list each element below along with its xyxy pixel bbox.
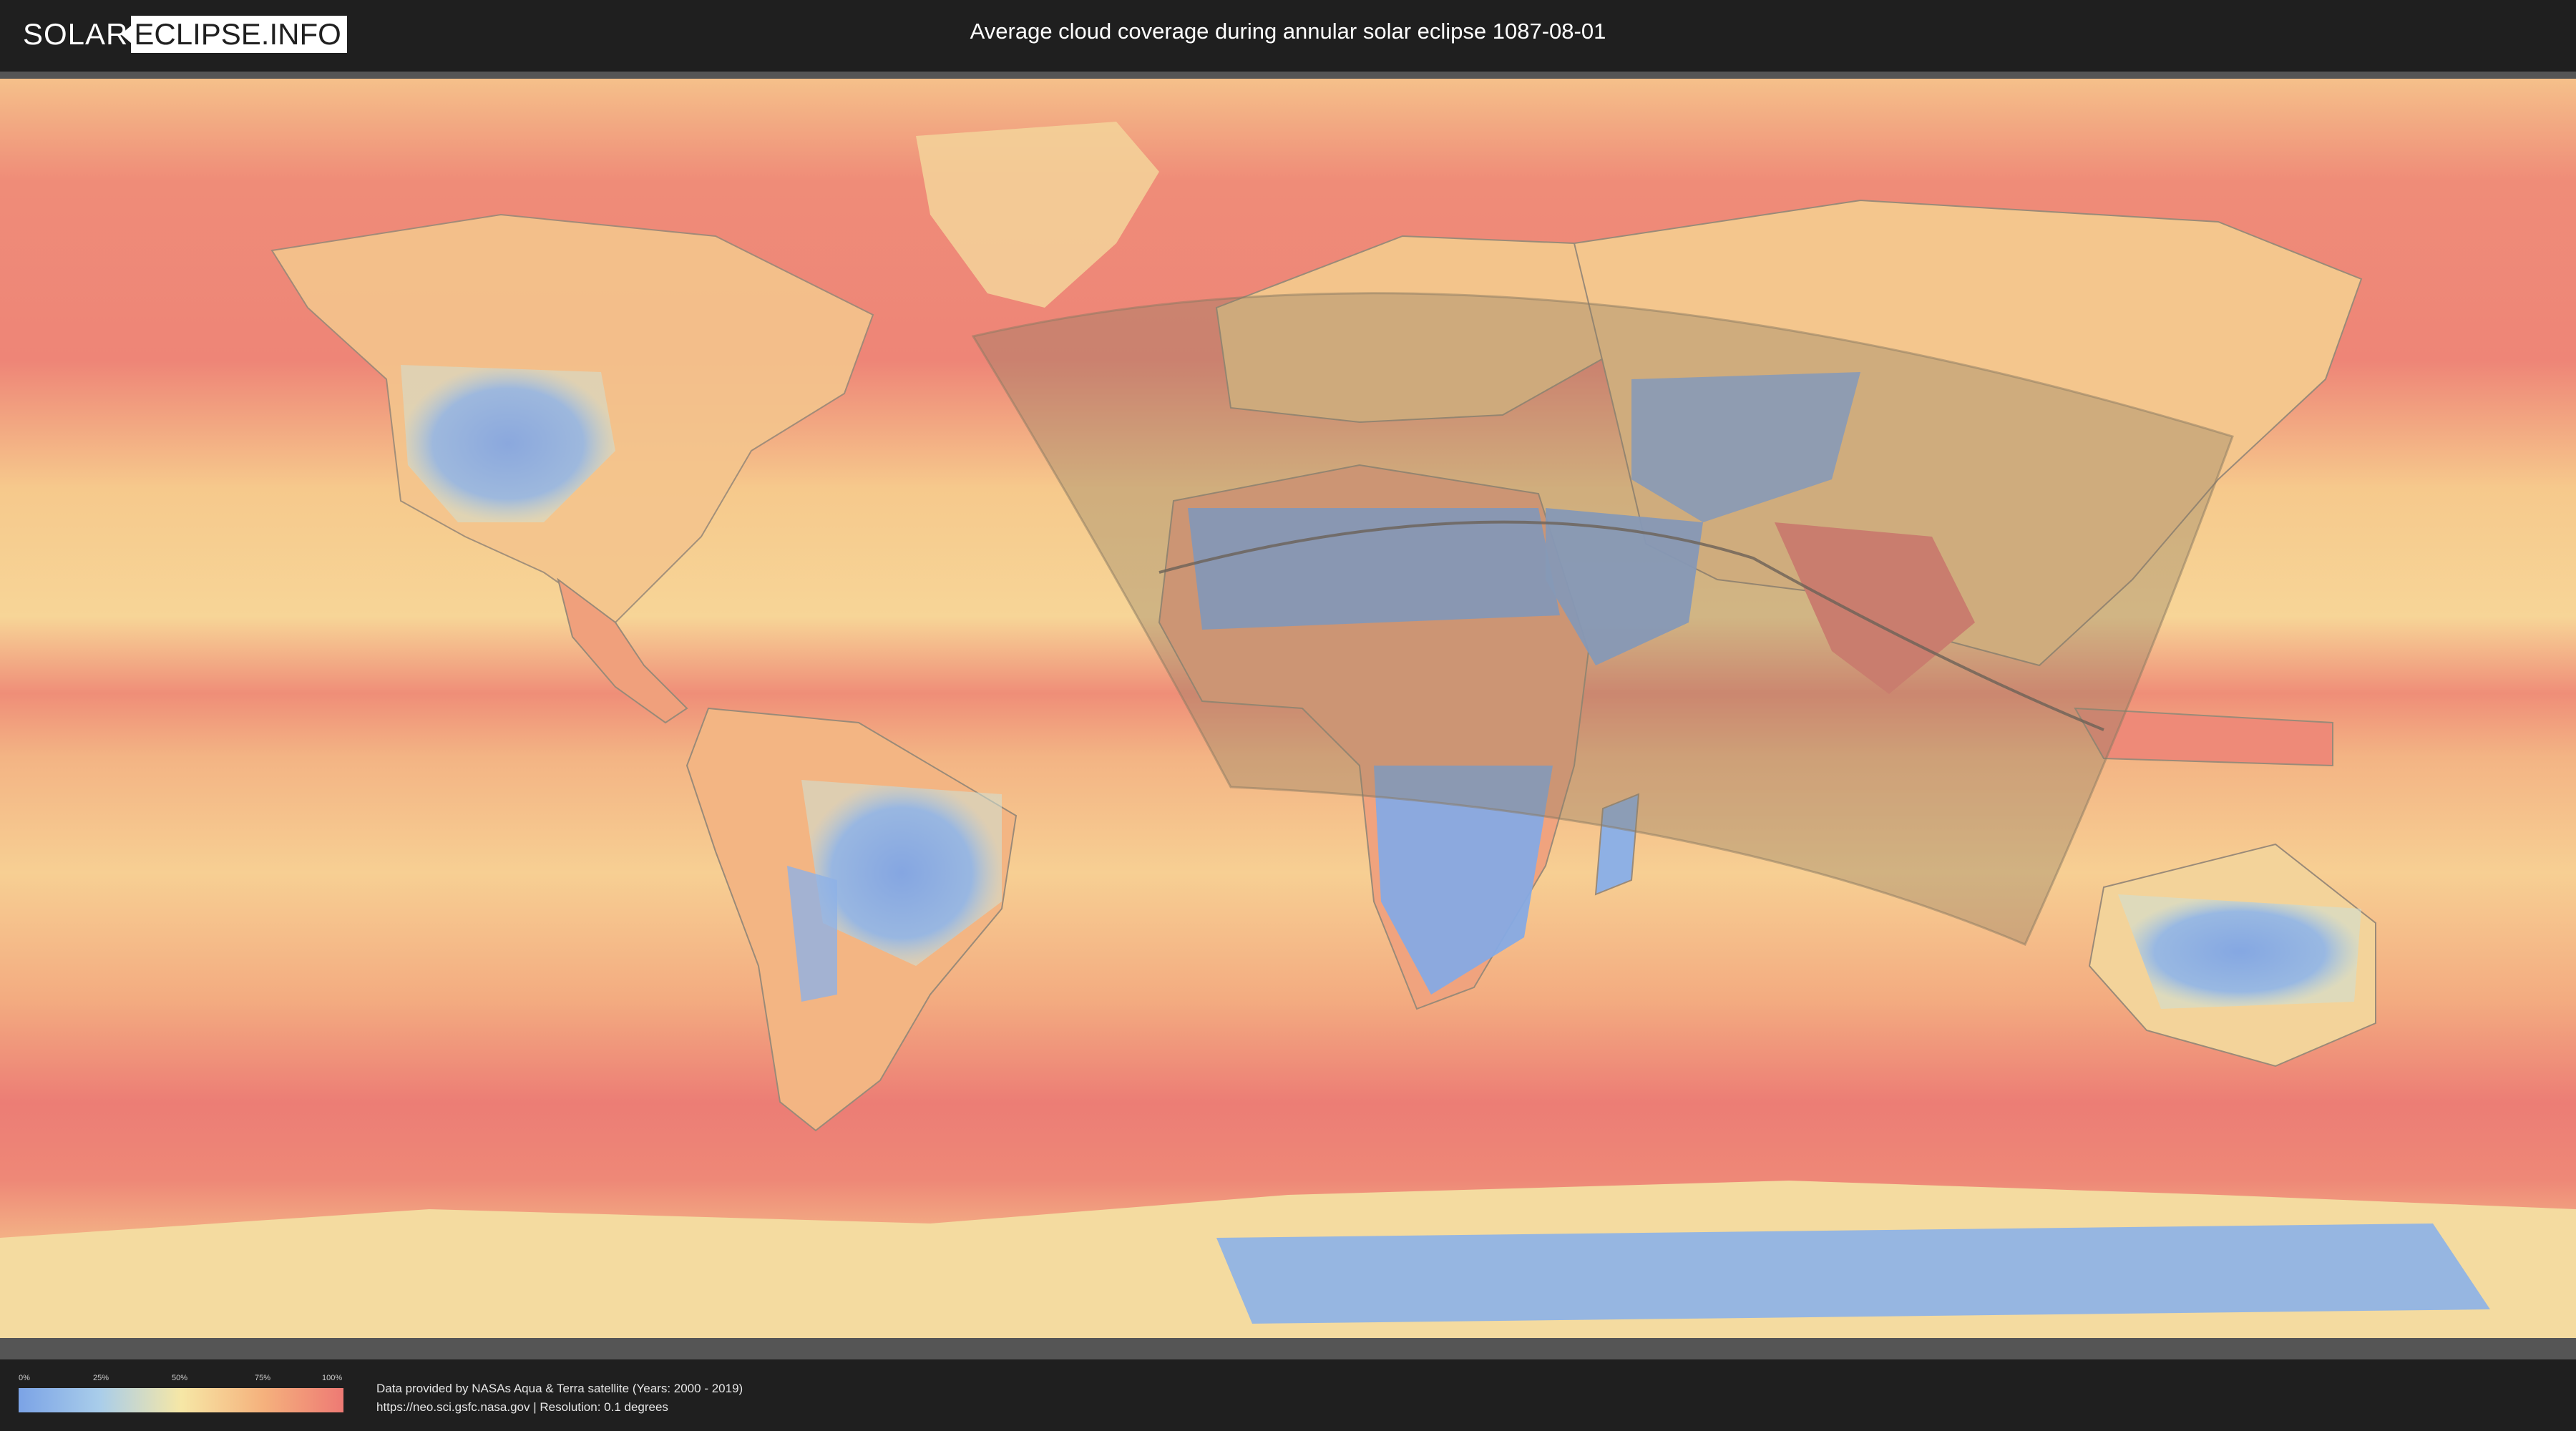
cloud-coverage-map[interactable] xyxy=(0,79,2576,1359)
antarctica-clear xyxy=(1216,1224,2490,1324)
legend-tick: 25% xyxy=(93,1374,109,1382)
header-bar: SOLAR ECLIPSE.INFO Average cloud coverag… xyxy=(0,0,2576,72)
credits-line-2[interactable]: https://neo.sci.gsfc.nasa.gov | Resoluti… xyxy=(376,1398,743,1417)
legend-tick: 75% xyxy=(255,1374,271,1382)
legend-tick: 100% xyxy=(322,1374,343,1382)
australia-clear xyxy=(2118,894,2361,1009)
legend-ticks: 0% 25% 50% 75% 100% xyxy=(19,1374,343,1384)
map-bottom-strip xyxy=(0,1338,2576,1359)
legend-tick: 0% xyxy=(19,1374,30,1382)
footer-bar: 0% 25% 50% 75% 100% Data provided by NAS… xyxy=(0,1359,2576,1431)
cloud-coverage-legend-bar xyxy=(19,1388,343,1412)
credits-line-1: Data provided by NASAs Aqua & Terra sate… xyxy=(376,1382,743,1395)
header-divider xyxy=(0,72,2576,79)
legend-tick: 50% xyxy=(172,1374,188,1382)
page-title: Average cloud coverage during annular so… xyxy=(970,19,1606,44)
data-credits: Data provided by NASAs Aqua & Terra sate… xyxy=(376,1379,743,1417)
